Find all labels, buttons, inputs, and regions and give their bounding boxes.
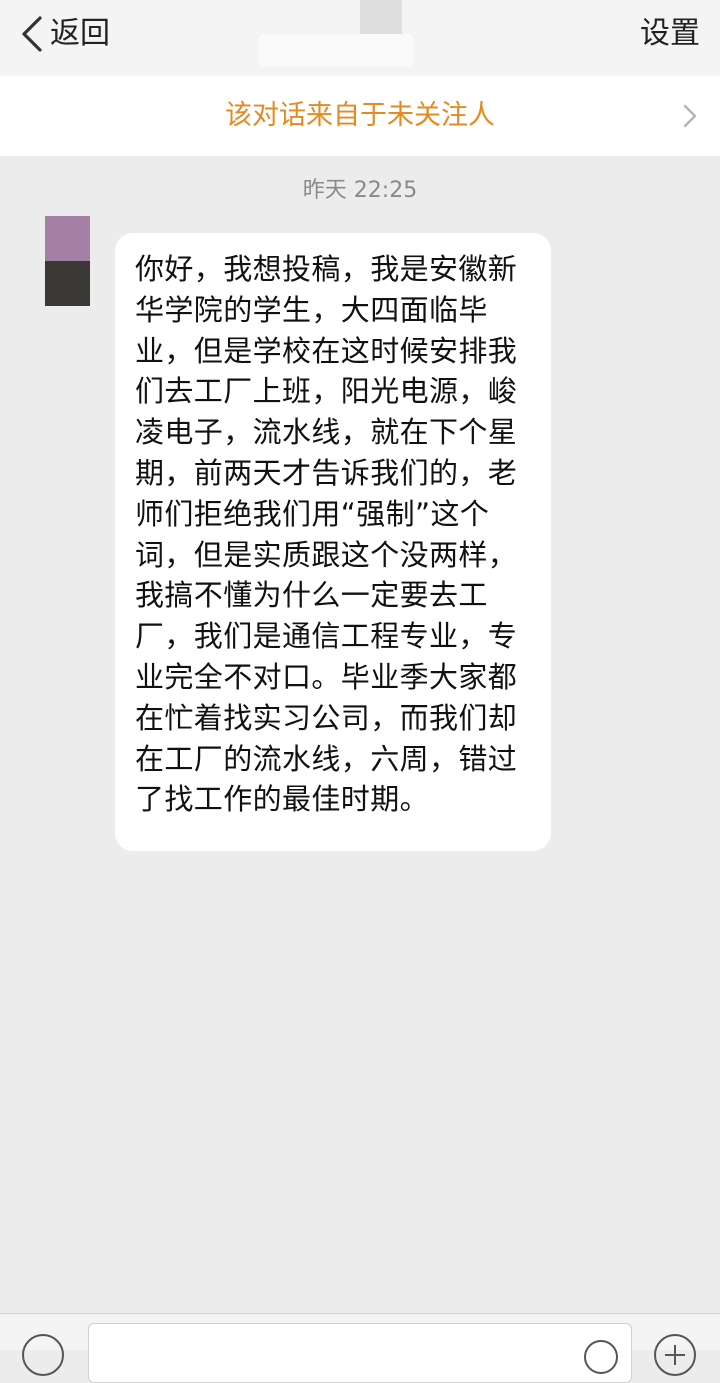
chevron-right-icon bbox=[683, 104, 697, 128]
message-timestamp: 昨天 22:25 bbox=[302, 178, 418, 203]
sender-avatar[interactable] bbox=[45, 216, 90, 306]
nav-bar: 返回 设置 bbox=[0, 0, 720, 76]
input-bar bbox=[0, 1313, 720, 1383]
back-label: 返回 bbox=[50, 16, 110, 51]
notice-text: 该对话来自于未关注人 bbox=[225, 100, 495, 131]
emoji-icon[interactable] bbox=[584, 1340, 618, 1374]
back-button[interactable]: 返回 bbox=[18, 12, 110, 56]
avatar-top-block bbox=[45, 216, 90, 261]
chevron-left-icon bbox=[22, 16, 42, 52]
plus-icon[interactable] bbox=[654, 1334, 696, 1376]
message-text: 你好，我想投稿，我是安徽新华学院的学生，大四面临毕业，但是学校在这时候安排我们去… bbox=[135, 252, 518, 817]
settings-button[interactable]: 设置 bbox=[640, 12, 700, 56]
message-bubble[interactable]: 你好，我想投稿，我是安徽新华学院的学生，大四面临毕业，但是学校在这时候安排我们去… bbox=[115, 233, 551, 851]
blurred-title-decoration bbox=[360, 0, 402, 34]
voice-icon[interactable] bbox=[22, 1334, 64, 1376]
unfollowed-notice-bar[interactable]: 该对话来自于未关注人 bbox=[0, 76, 720, 156]
message-input[interactable] bbox=[88, 1323, 632, 1383]
avatar-bottom-block bbox=[45, 261, 90, 306]
blurred-contact-name bbox=[258, 34, 414, 66]
